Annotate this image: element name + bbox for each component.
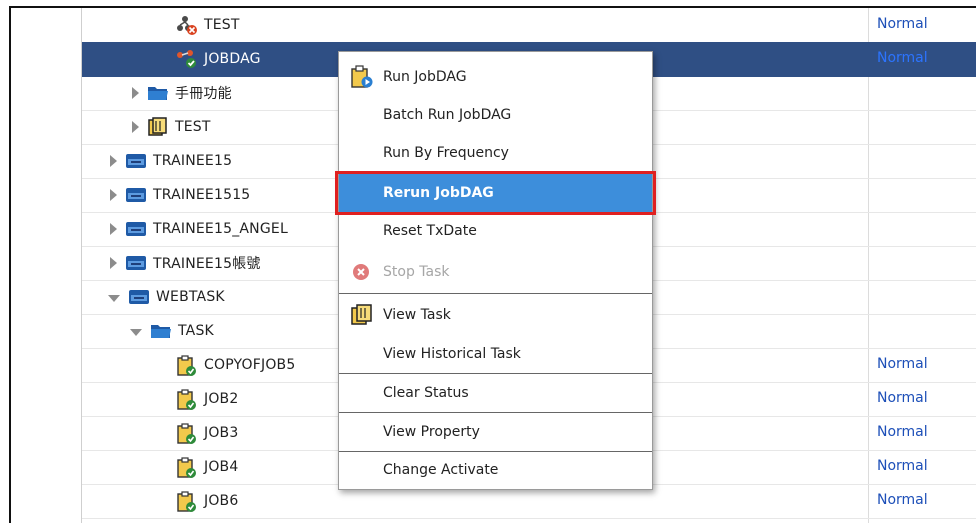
tree-row-label: TASK	[178, 322, 214, 339]
folder-icon	[150, 321, 172, 341]
status-text: Normal	[877, 50, 928, 66]
menu-item-label: View Property	[383, 424, 480, 440]
job-icon	[176, 456, 198, 478]
tree-row-label: WEBTASK	[156, 288, 225, 305]
status-text: Normal	[877, 390, 928, 406]
job-icon	[176, 354, 198, 376]
collapse-arrow-icon[interactable]	[130, 329, 142, 336]
menu-item-label: Change Activate	[383, 462, 499, 478]
status-text: Normal	[877, 356, 928, 372]
tree-row-label: JOB4	[204, 458, 239, 475]
tree-row-label: COPYOFJOB5	[204, 356, 296, 373]
tree-row-label: TRAINEE15_ANGEL	[153, 220, 288, 237]
tree-row-test-dag[interactable]: TEST Normal	[82, 8, 976, 43]
expand-arrow-icon[interactable]	[132, 86, 139, 99]
job-icon	[176, 422, 198, 444]
expand-arrow-icon[interactable]	[132, 120, 139, 133]
menu-item-label: View Historical Task	[383, 346, 521, 362]
expand-arrow-icon[interactable]	[110, 256, 117, 269]
tree-row-label: JOBDAG	[204, 50, 261, 67]
tree-row-label: TEST	[204, 16, 240, 33]
status-text: Normal	[877, 424, 928, 440]
menu-item-view-task[interactable]: View Task	[339, 296, 652, 334]
menu-item-label: Stop Task	[383, 264, 450, 280]
context-menu: Run JobDAG Batch Run JobDAG Run By Frequ…	[335, 51, 656, 490]
job-icon	[176, 490, 198, 512]
stop-icon	[349, 260, 375, 284]
menu-item-run-jobdag[interactable]: Run JobDAG	[339, 58, 652, 96]
job-icon	[176, 388, 198, 410]
tree-row-label: 手冊功能	[175, 85, 232, 102]
dag-ok-icon	[176, 49, 198, 69]
status-text: Normal	[877, 16, 928, 32]
menu-item-batch-run-jobdag[interactable]: Batch Run JobDAG	[339, 96, 652, 134]
menu-item-label: View Task	[383, 307, 451, 323]
menu-item-label: Batch Run JobDAG	[383, 107, 512, 123]
status-text: Normal	[877, 492, 928, 508]
expand-arrow-icon[interactable]	[110, 222, 117, 235]
menu-item-reset-txdate[interactable]: Reset TxDate	[339, 212, 652, 250]
book-icon	[349, 303, 375, 327]
menu-item-label: Reset TxDate	[383, 223, 477, 239]
menu-item-label: Run JobDAG	[383, 69, 467, 85]
menu-item-label: Clear Status	[383, 385, 469, 401]
folder-icon	[147, 83, 169, 103]
dag-error-icon	[176, 15, 198, 35]
menu-separator	[339, 293, 652, 294]
status-text: Normal	[877, 458, 928, 474]
menu-item-label: Rerun JobDAG	[383, 185, 494, 201]
menu-item-stop-task[interactable]: Stop Task	[339, 253, 652, 291]
server-icon	[125, 185, 147, 205]
expand-arrow-icon[interactable]	[110, 188, 117, 201]
server-icon	[125, 253, 147, 273]
book-icon	[147, 116, 169, 137]
menu-item-label: Run By Frequency	[383, 145, 509, 161]
menu-item-view-property[interactable]: View Property	[339, 413, 652, 451]
tree-row-label: JOB3	[204, 424, 239, 441]
tree-row-label: TRAINEE15帳號	[153, 255, 261, 272]
menu-item-view-historical-task[interactable]: View Historical Task	[339, 335, 652, 373]
tree-row-label: TRAINEE1515	[153, 186, 251, 203]
server-icon	[125, 151, 147, 171]
menu-item-change-activate[interactable]: Change Activate	[339, 451, 652, 489]
collapse-arrow-icon[interactable]	[108, 295, 120, 302]
menu-item-clear-status[interactable]: Clear Status	[339, 374, 652, 412]
menu-item-run-by-frequency[interactable]: Run By Frequency	[339, 134, 652, 172]
run-job-icon	[349, 65, 375, 89]
tree-row-label: TRAINEE15	[153, 152, 233, 169]
left-gutter	[11, 8, 82, 523]
menu-item-rerun-jobdag[interactable]: Rerun JobDAG	[335, 171, 656, 215]
expand-arrow-icon[interactable]	[110, 154, 117, 167]
tree-row-label: JOB6	[204, 492, 239, 509]
server-icon	[128, 287, 150, 307]
server-icon	[125, 219, 147, 239]
tree-row-label: TEST	[175, 118, 211, 135]
tree-row-label: JOB2	[204, 390, 239, 407]
